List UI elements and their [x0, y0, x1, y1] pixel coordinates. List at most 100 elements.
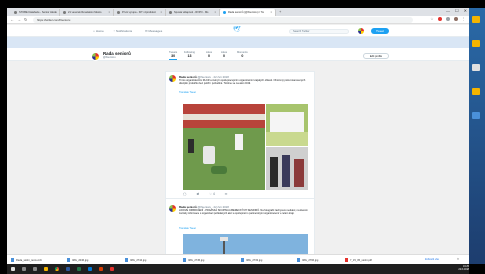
- show-all-downloads-link[interactable]: Zobrazit vše: [425, 258, 439, 261]
- download-item[interactable]: IMG_2745.jpg: [183, 257, 204, 263]
- profile-avatar-icon[interactable]: [453, 17, 458, 21]
- desktop-folder-icon[interactable]: [472, 16, 480, 23]
- stat-moments[interactable]: Moments 0: [237, 51, 248, 58]
- image-file-icon: [297, 258, 300, 262]
- tweet-avatar[interactable]: [169, 205, 176, 212]
- browser-window: STOBE Databaze - Senior Hlede× 21 vevere…: [7, 8, 469, 264]
- image-file-icon: [241, 258, 244, 262]
- menu-dots-icon[interactable]: ⋮: [462, 17, 466, 21]
- excel-icon[interactable]: [77, 267, 81, 271]
- pdf-file-icon: [345, 258, 348, 262]
- maximize-button[interactable]: ☐: [455, 8, 459, 13]
- nav-messages[interactable]: ✉ Messages: [145, 29, 162, 33]
- tweet-photo-stadium[interactable]: [183, 234, 308, 255]
- like-icon[interactable]: ♡ 4: [209, 192, 215, 196]
- tab-strip: STOBE Databaze - Senior Hlede× 21 vevere…: [7, 8, 469, 16]
- address-bar[interactable]: https://twitter.com/Ifsenioru: [33, 17, 413, 23]
- reload-icon[interactable]: ↻: [24, 17, 27, 22]
- close-tab-icon[interactable]: ×: [108, 11, 110, 14]
- message-icon[interactable]: ✉: [225, 192, 228, 196]
- file-icon: [11, 258, 14, 262]
- download-item[interactable]: IMG_2046.jpg: [67, 257, 88, 263]
- tweet-button[interactable]: Tweet: [371, 28, 389, 34]
- close-window-button[interactable]: ✕: [464, 8, 467, 13]
- start-icon[interactable]: [11, 267, 15, 271]
- profile-avatar[interactable]: [91, 52, 100, 61]
- twitter-favicon-icon: [223, 11, 226, 14]
- download-item[interactable]: IMG_2766.jpg: [297, 257, 318, 263]
- powerpoint-icon[interactable]: [99, 267, 103, 271]
- task-view-icon[interactable]: [33, 267, 37, 271]
- tab-3[interactable]: Prvni vyrupa - KIT vzprodukci ×: [114, 9, 166, 16]
- tweet-avatar[interactable]: [169, 75, 176, 82]
- favicon-icon: [117, 11, 120, 14]
- nav-home[interactable]: ⌂ Home: [93, 29, 104, 33]
- tab-active-twitter[interactable]: Rada seniorů (@Ifsenioru) / Tw ×: [220, 9, 276, 16]
- favicon-icon: [63, 11, 66, 14]
- close-tab-icon[interactable]: ×: [270, 11, 272, 14]
- reply-icon[interactable]: ◯: [183, 192, 187, 196]
- bell-icon: ◔: [113, 29, 115, 33]
- new-tab-button[interactable]: +: [279, 9, 281, 14]
- image-file-icon: [67, 258, 70, 262]
- desktop-file-icon[interactable]: [472, 64, 480, 71]
- tab-1[interactable]: STOBE Databaze - Senior Hlede×: [11, 9, 60, 16]
- twitter-top-nav: ⌂ Home ◔ Notifications ✉ Messages 🕊 Search …: [7, 25, 469, 37]
- file-explorer-icon[interactable]: [44, 267, 48, 271]
- tweet-1[interactable]: Rada seniorů @Ifsenioru · 22 čvn 2018 Tí…: [166, 72, 314, 199]
- stat-likes[interactable]: Likes 0: [206, 51, 212, 58]
- chrome-icon[interactable]: [55, 267, 59, 271]
- forward-icon[interactable]: →: [17, 17, 21, 22]
- bookmark-star-icon[interactable]: ☆: [430, 17, 433, 21]
- tweet-2[interactable]: Rada seniorů @Ifsenioru · 22 čvn 2018 LI…: [166, 202, 314, 255]
- image-file-icon: [125, 258, 128, 262]
- tweet-actions: ◯ ⇄ ♡ 4 ✉: [183, 192, 227, 196]
- download-item[interactable]: IMG_2733.jpg: [241, 257, 262, 263]
- desktop-folder-icon[interactable]: [472, 40, 480, 47]
- outlook-icon[interactable]: [88, 267, 92, 271]
- twitter-bird-icon[interactable]: 🕊: [233, 27, 241, 33]
- taskbar-clock[interactable]: 16:25 22.6.2018: [458, 265, 469, 271]
- close-tab-icon[interactable]: ×: [160, 11, 162, 14]
- download-item[interactable]: Rada_stolni_tenis.crdt: [11, 257, 42, 263]
- tweet-photo-group[interactable]: [266, 104, 308, 146]
- translate-link[interactable]: Translate Tweet: [179, 91, 196, 94]
- back-icon[interactable]: ←: [10, 17, 14, 22]
- tweet-text: Tímto organizátorům RLCR a četným spolup…: [179, 79, 306, 86]
- minimize-button[interactable]: —: [446, 8, 450, 13]
- edit-profile-button[interactable]: Edit profile: [363, 53, 389, 59]
- search-icon[interactable]: [22, 267, 26, 271]
- translate-link[interactable]: Translate Tweet: [179, 227, 196, 230]
- desktop-app-icon[interactable]: [472, 112, 480, 119]
- favicon-icon: [169, 11, 172, 14]
- search-input[interactable]: Search Twitter: [289, 29, 349, 34]
- downloads-bar: Rada_stolni_tenis.crdt IMG_2046.jpg IMG_…: [7, 254, 469, 264]
- home-icon: ⌂: [93, 29, 95, 33]
- extension-icon[interactable]: [437, 17, 442, 21]
- timeline: Rada seniorů @Ifsenioru · 22 čvn 2018 Tí…: [165, 71, 315, 256]
- stat-likes-2[interactable]: Likes 0: [221, 51, 227, 58]
- tab-2[interactable]: 21 veverek Revelation Mesto ×: [60, 9, 114, 16]
- download-item[interactable]: IMG_2744.jpg: [125, 257, 146, 263]
- stat-tweets[interactable]: Tweets 30: [169, 51, 178, 60]
- word-icon[interactable]: [66, 267, 70, 271]
- envelope-icon: ✉: [145, 29, 148, 33]
- tweet-text: LIDOVÉ OZBROJENÍ - PRAŽSKÁ SKUPINA LIBER…: [179, 209, 308, 216]
- profile-handle: @Ifsenioru: [103, 56, 116, 59]
- window-controls: — ☐ ✕: [446, 8, 467, 13]
- tweet-photo-ceremony[interactable]: [266, 147, 308, 190]
- close-downloads-icon[interactable]: ×: [457, 257, 459, 261]
- stat-following[interactable]: Following 13: [184, 51, 195, 58]
- retweet-icon[interactable]: ⇄: [197, 192, 200, 196]
- desktop-folder-icon[interactable]: [472, 88, 480, 95]
- account-avatar[interactable]: [358, 28, 364, 34]
- download-item[interactable]: 7_15_05_stolni.pdf: [345, 257, 372, 263]
- extension-icon[interactable]: [445, 17, 450, 21]
- favicon-icon: [14, 11, 17, 14]
- nav-notifications[interactable]: ◔ Notifications: [113, 29, 132, 33]
- tweet-photo-sports[interactable]: [183, 104, 265, 190]
- acrobat-icon[interactable]: [110, 267, 114, 271]
- close-tab-icon[interactable]: ×: [214, 11, 216, 14]
- taskbar: [7, 264, 469, 274]
- tab-4[interactable]: Spusta vklapnuti - RVPO - Ms ×: [166, 9, 220, 16]
